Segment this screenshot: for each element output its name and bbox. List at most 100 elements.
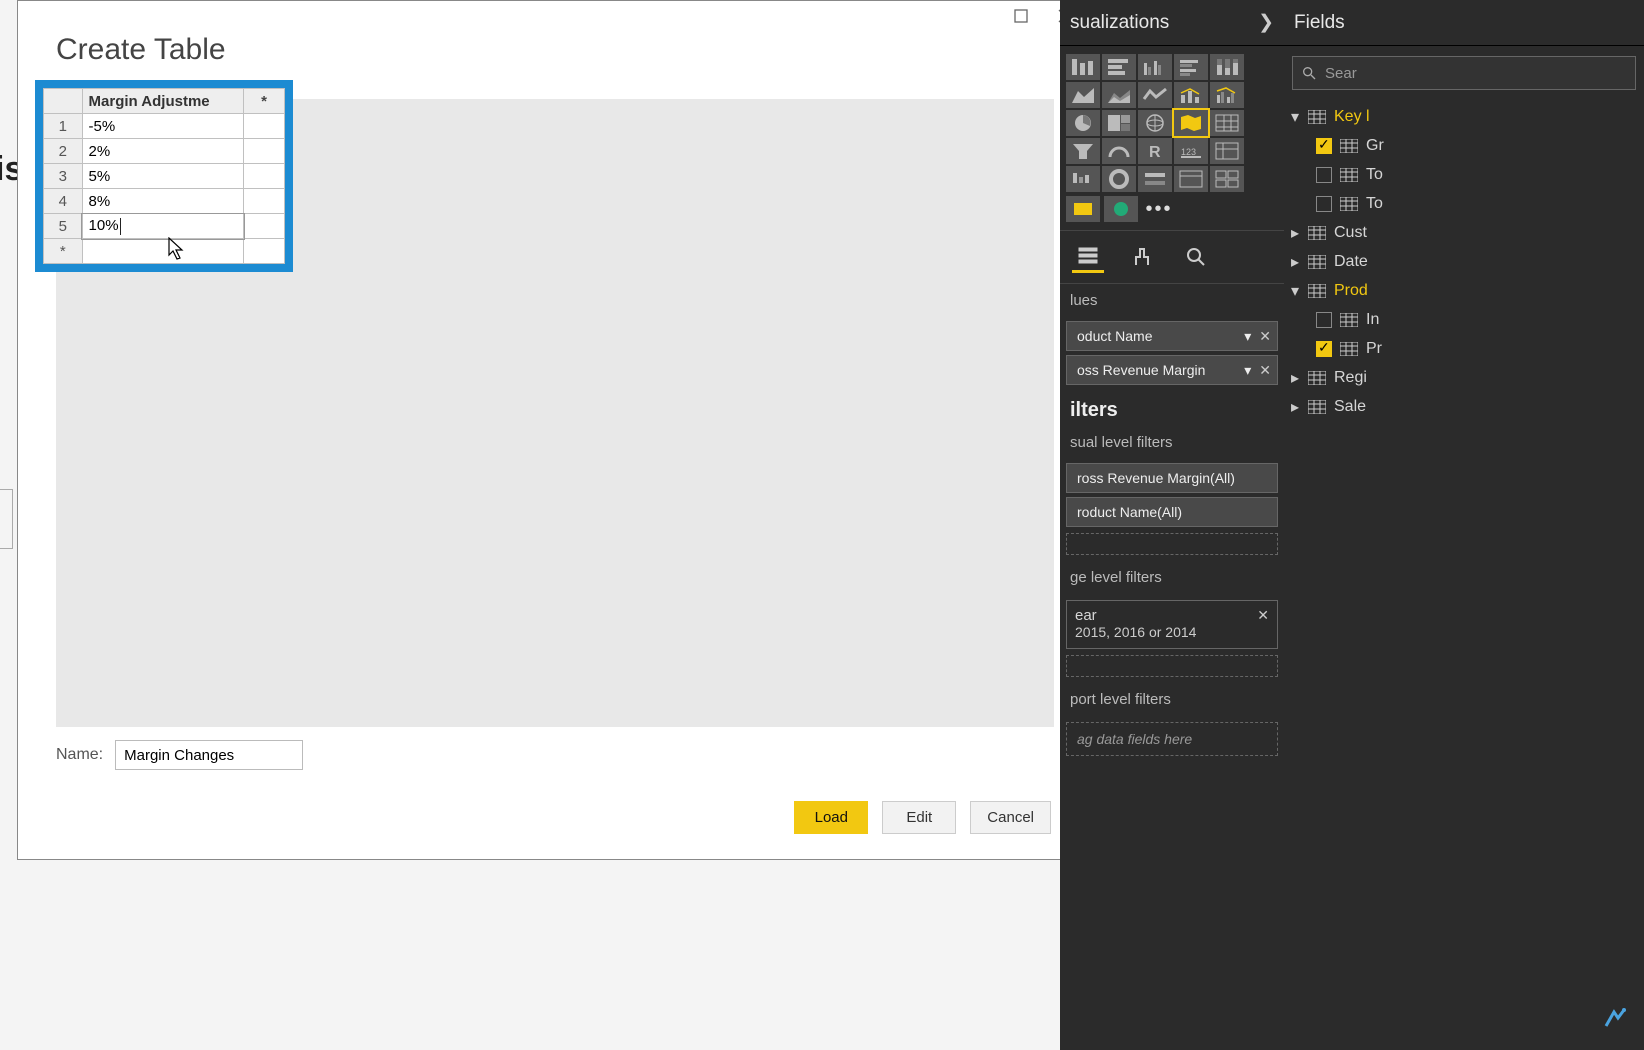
page-level-filters-label: ge level filters (1060, 561, 1284, 594)
matrix-icon[interactable] (1210, 138, 1244, 164)
edit-button[interactable]: Edit (882, 801, 956, 834)
gauge-chart-icon[interactable] (1102, 138, 1136, 164)
add-column-marker[interactable]: * (244, 89, 285, 114)
arcgis-map-icon[interactable] (1104, 196, 1138, 222)
page-filter-year[interactable]: ✕ ear 2015, 2016 or 2014 (1066, 600, 1278, 649)
fields-table-regi[interactable]: ▸Regi (1290, 363, 1638, 392)
stacked100-bar-icon[interactable] (1210, 54, 1244, 80)
collapse-visualizations-icon[interactable]: ❯ (1258, 11, 1274, 34)
values-section-label: lues (1060, 284, 1284, 317)
visualizations-pane: sualizations ❯ R 123 (1060, 0, 1284, 1050)
fields-tab-icon[interactable] (1072, 241, 1104, 273)
more-visuals-icon[interactable]: ••• (1142, 196, 1176, 222)
cell[interactable]: 5% (82, 164, 244, 189)
fields-search[interactable]: Sear (1292, 56, 1636, 90)
visual-level-filters-label: sual level filters (1060, 426, 1284, 459)
fields-pane: Fields Sear ▾Key lGrToTo▸Cust▸Date▾ProdI… (1284, 0, 1644, 1050)
fields-table-key l[interactable]: ▾Key l (1290, 102, 1638, 131)
analytics-tab-icon[interactable] (1180, 241, 1212, 273)
clustered-hbar-icon[interactable] (1174, 54, 1208, 80)
fields-table-sale[interactable]: ▸Sale (1290, 392, 1638, 421)
row-header-blank (44, 89, 83, 114)
visual-filter-dropzone[interactable] (1066, 533, 1278, 555)
fields-column[interactable]: In (1290, 305, 1638, 334)
cancel-button[interactable]: Cancel (970, 801, 1051, 834)
value-field-revenue-margin[interactable]: oss Revenue Margin ▾✕ (1066, 355, 1278, 385)
stacked-bar-icon[interactable] (1066, 54, 1100, 80)
fields-tree: ▾Key lGrToTo▸Cust▸Date▾ProdInPr▸Regi▸Sal… (1284, 98, 1644, 425)
fields-title: Fields (1294, 12, 1345, 34)
fields-table-date[interactable]: ▸Date (1290, 247, 1638, 276)
row-index: 5 (44, 214, 83, 239)
combo-chart-icon[interactable] (1174, 82, 1208, 108)
row-index: 4 (44, 189, 83, 214)
fields-column[interactable]: To (1290, 189, 1638, 218)
donut-chart-icon[interactable] (1102, 166, 1136, 192)
card-icon[interactable] (1174, 166, 1208, 192)
fields-column[interactable]: Gr (1290, 131, 1638, 160)
visualization-gallery: R 123 ••• (1060, 46, 1284, 230)
chevron-down-icon[interactable]: ▾ (1244, 328, 1251, 345)
funnel-chart-icon[interactable] (1066, 138, 1100, 164)
ribbon-chart-icon[interactable] (1138, 82, 1172, 108)
fields-table-cust[interactable]: ▸Cust (1290, 218, 1638, 247)
dialog-maximize-button[interactable] (999, 1, 1043, 31)
row-index: 3 (44, 164, 83, 189)
chevron-down-icon[interactable]: ▾ (1244, 362, 1251, 379)
table-entry-grid[interactable]: Margin Adjustme * 1-5% 22% 35% 48% 510% … (35, 80, 293, 272)
cell-editing[interactable]: 10% (82, 214, 244, 239)
page-filter-value: 2015, 2016 or 2014 (1075, 624, 1269, 640)
search-icon (1301, 65, 1317, 81)
kpi-icon[interactable]: 123 (1174, 138, 1208, 164)
value-field-product-name[interactable]: oduct Name ▾✕ (1066, 321, 1278, 351)
svg-text:123: 123 (1181, 147, 1196, 157)
visual-filter-margin[interactable]: ross Revenue Margin(All) (1066, 463, 1278, 493)
field-format-tabs (1060, 230, 1284, 284)
svg-text:R: R (1149, 144, 1161, 161)
ai-assistant-icon[interactable] (1600, 1006, 1630, 1036)
table-name-input[interactable] (115, 740, 303, 770)
fields-column[interactable]: Pr (1290, 334, 1638, 363)
cell[interactable]: 8% (82, 189, 244, 214)
stacked-hbar-icon[interactable] (1102, 54, 1136, 80)
format-tab-icon[interactable] (1126, 241, 1158, 273)
report-filter-dropzone[interactable]: ag data fields here (1066, 722, 1278, 756)
checkbox[interactable] (1316, 138, 1332, 154)
page-filter-title: ear (1075, 607, 1269, 624)
filled-map-icon[interactable] (1174, 110, 1208, 136)
remove-field-icon[interactable]: ✕ (1259, 362, 1271, 379)
treemap-icon[interactable] (1102, 110, 1136, 136)
multi-card-icon[interactable] (1210, 166, 1244, 192)
fields-column[interactable]: To (1290, 160, 1638, 189)
report-level-filters-label: port level filters (1060, 683, 1284, 716)
fields-table-prod[interactable]: ▾Prod (1290, 276, 1638, 305)
waterfall-icon[interactable] (1066, 166, 1100, 192)
combo-chart2-icon[interactable] (1210, 82, 1244, 108)
cell[interactable]: 2% (82, 139, 244, 164)
map-chart-icon[interactable] (1138, 110, 1172, 136)
area-chart-icon[interactable] (1066, 82, 1100, 108)
filters-heading: ilters (1060, 389, 1284, 426)
visual-filter-product[interactable]: roduct Name(All) (1066, 497, 1278, 527)
load-button[interactable]: Load (794, 801, 868, 834)
dialog-title: Create Table (56, 33, 226, 67)
visualizations-title: sualizations (1070, 12, 1169, 34)
pie-chart-icon[interactable] (1066, 110, 1100, 136)
column-header[interactable]: Margin Adjustme (82, 89, 244, 114)
clustered-bar-icon[interactable] (1138, 54, 1172, 80)
r-visual-icon[interactable]: R (1138, 138, 1172, 164)
table-visual-icon[interactable] (1210, 110, 1244, 136)
checkbox[interactable] (1316, 196, 1332, 212)
new-row-marker[interactable]: * (44, 239, 83, 264)
remove-field-icon[interactable]: ✕ (1259, 328, 1271, 345)
remove-filter-icon[interactable]: ✕ (1257, 607, 1269, 624)
page-filter-dropzone[interactable] (1066, 655, 1278, 677)
checkbox[interactable] (1316, 312, 1332, 328)
slicer-icon[interactable] (1138, 166, 1172, 192)
checkbox[interactable] (1316, 167, 1332, 183)
stacked-area-icon[interactable] (1102, 82, 1136, 108)
row-index: 1 (44, 114, 83, 139)
python-visual-icon[interactable] (1066, 196, 1100, 222)
checkbox[interactable] (1316, 341, 1332, 357)
cell[interactable]: -5% (82, 114, 244, 139)
